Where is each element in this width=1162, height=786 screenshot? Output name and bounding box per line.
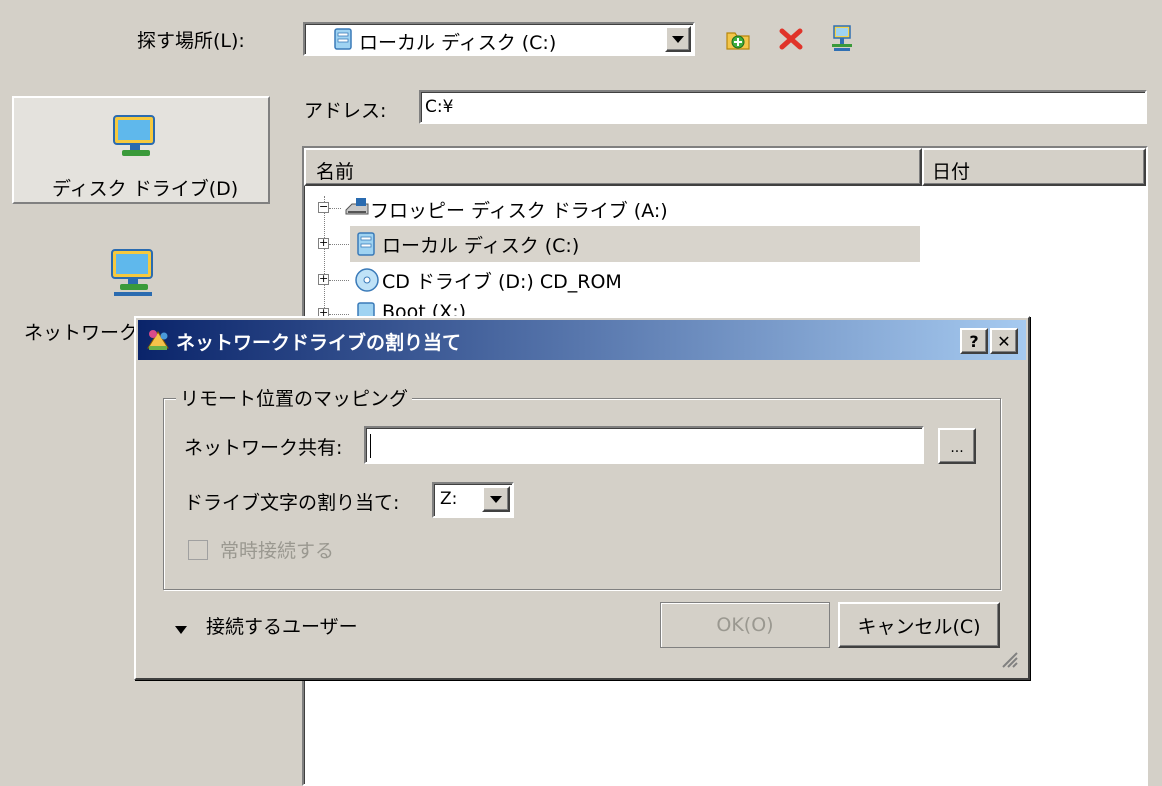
resize-grip-icon[interactable] <box>998 648 1018 668</box>
dialog-title: ネットワークドライブの割り当て <box>176 332 462 354</box>
text-cursor <box>370 434 371 458</box>
look-in-label: 探す場所(L): <box>137 30 245 52</box>
help-button[interactable]: ? <box>960 328 988 354</box>
expand-icon[interactable]: + <box>318 237 329 249</box>
cancel-button[interactable]: キャンセル(C) <box>838 602 1000 648</box>
expand-triangle-icon[interactable] <box>174 618 188 634</box>
network-share-input[interactable] <box>364 426 924 464</box>
reconnect-label: 常時接続する <box>220 540 335 562</box>
chevron-down-icon <box>490 495 502 503</box>
connect-as-link[interactable]: 接続するユーザー <box>206 612 358 639</box>
dialog-title-bar[interactable]: ネットワークドライブの割り当て ? ✕ <box>138 320 1026 360</box>
address-value: C:¥ <box>425 97 454 117</box>
local-disk-icon <box>333 28 353 50</box>
drive-letter-select[interactable]: Z: <box>432 482 514 518</box>
drive-letter-value: Z: <box>440 489 458 509</box>
expand-icon[interactable]: + <box>318 273 329 285</box>
column-header-name[interactable]: 名前 <box>304 148 922 186</box>
address-label: アドレス: <box>304 100 387 122</box>
cd-drive-icon <box>354 267 380 293</box>
address-field[interactable]: C:¥ <box>419 90 1147 124</box>
floppy-drive-icon <box>344 196 370 220</box>
look-in-value: ローカル ディスク (C:) <box>359 32 557 54</box>
tree-item-label: ローカル ディスク (C:) <box>382 235 580 257</box>
chevron-down-icon <box>672 35 684 43</box>
tree-item-cd-drive[interactable]: + CD ドライブ (D:) CD_ROM <box>314 262 914 296</box>
reconnect-checkbox[interactable] <box>188 540 208 560</box>
group-label: リモート位置のマッピング <box>176 384 413 411</box>
new-folder-icon[interactable] <box>724 25 752 53</box>
places-item-label: ディスク ドライブ(D) <box>52 178 239 200</box>
network-share-label: ネットワーク共有: <box>184 437 343 459</box>
delete-icon[interactable] <box>777 25 805 53</box>
computer-icon <box>110 108 160 160</box>
map-network-drive-icon[interactable] <box>828 24 856 54</box>
collapse-icon[interactable]: − <box>318 201 329 213</box>
map-drive-dialog-icon <box>144 326 172 354</box>
local-disk-icon <box>356 232 376 256</box>
map-network-drive-dialog: ネットワークドライブの割り当て ? ✕ リモート位置のマッピング ネットワーク共… <box>134 316 1030 680</box>
network-computer-icon <box>108 246 158 298</box>
drive-letter-dropdown-button[interactable] <box>482 486 510 512</box>
places-item-disk-drives[interactable]: ディスク ドライブ(D) <box>12 96 270 204</box>
ok-button[interactable]: OK(O) <box>660 602 830 648</box>
tree-item-label: フロッピー ディスク ドライブ (A:) <box>370 200 668 222</box>
tree-item-label: CD ドライブ (D:) CD_ROM <box>382 271 622 293</box>
browse-button[interactable]: ... <box>938 428 976 464</box>
look-in-dropdown[interactable]: ローカル ディスク (C:) <box>303 22 695 56</box>
look-in-dropdown-button[interactable] <box>665 26 691 52</box>
close-button[interactable]: ✕ <box>990 328 1018 354</box>
column-header-date[interactable]: 日付 <box>922 148 1146 186</box>
tree-item-local-disk[interactable]: + ローカル ディスク (C:) <box>314 226 920 262</box>
drive-letter-label: ドライブ文字の割り当て: <box>184 492 400 514</box>
tree-item-floppy[interactable]: − フロッピー ディスク ドライブ (A:) <box>314 192 914 226</box>
